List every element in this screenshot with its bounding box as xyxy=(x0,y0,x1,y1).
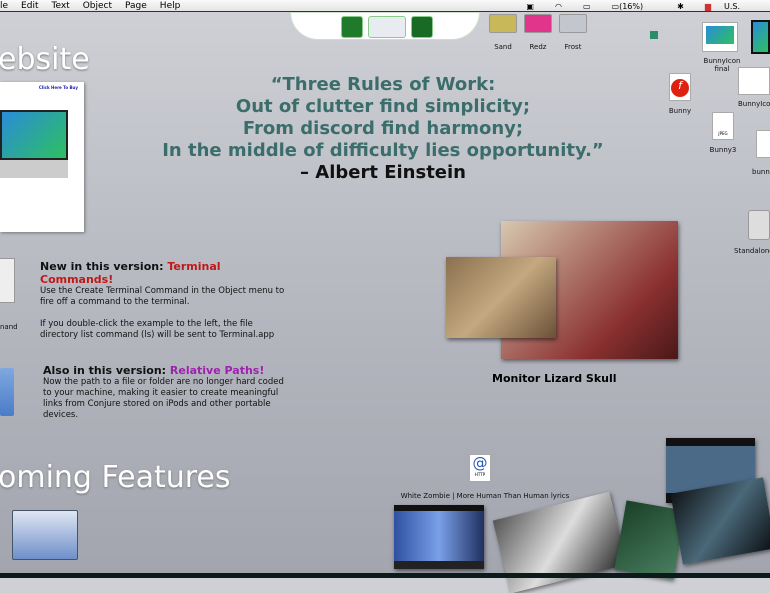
file-label: Bunny xyxy=(668,107,692,115)
menu-object[interactable]: Object xyxy=(83,1,112,11)
menu-page[interactable]: Page xyxy=(125,1,147,11)
paths-section: Also in this version: Relative Paths! No… xyxy=(43,364,293,421)
terminal-text: Use the Create Terminal Command in the O… xyxy=(40,286,285,307)
menu-file[interactable]: le xyxy=(0,1,8,11)
jpeg-file[interactable]: JPEG xyxy=(712,112,734,140)
bunny-screen-image xyxy=(0,110,68,160)
terminal-text: If you double-click the example to the l… xyxy=(40,319,275,340)
battery-icon[interactable]: ▭(16%) xyxy=(612,2,657,11)
finder-window-icon[interactable] xyxy=(12,510,78,560)
weblink-file[interactable]: @ HTTP xyxy=(469,454,491,482)
quote-line: From discord find harmony; xyxy=(242,118,524,139)
video-thumb-5[interactable] xyxy=(670,477,770,565)
quote-line: “Three Rules of Work: xyxy=(270,74,496,95)
menu-help[interactable]: Help xyxy=(160,1,181,11)
jpeg-badge: JPEG xyxy=(718,131,728,136)
swatch-redz[interactable] xyxy=(524,14,552,33)
status-area: ▣ ◠ ▭ ▭(16%) ✱ ▆ U.S. xyxy=(526,0,766,12)
photo-skull[interactable] xyxy=(446,257,556,338)
wifi-icon[interactable]: ◠ xyxy=(555,2,562,11)
buy-link[interactable]: Click Here To Buy xyxy=(39,85,78,90)
swatch-sand[interactable] xyxy=(489,14,517,33)
swatch-frost[interactable] xyxy=(559,14,587,33)
bunnyicon-final-file[interactable] xyxy=(702,22,738,52)
terminal-title: New in this version: xyxy=(40,260,168,273)
png-file[interactable] xyxy=(756,130,770,158)
quote-line: In the middle of difficulty lies opportu… xyxy=(162,140,604,161)
bunnyicon-file[interactable] xyxy=(738,67,770,95)
locale-label: U.S. xyxy=(723,1,740,11)
terminal-section: New in this version: Terminal Commands! … xyxy=(40,260,290,341)
paths-title: Also in this version: xyxy=(43,364,170,377)
bunny-screen-file[interactable] xyxy=(751,20,770,54)
quote-block: “Three Rules of Work: Out of clutter fin… xyxy=(150,74,616,184)
weblink-label: White Zombie | More Human Than Human lyr… xyxy=(400,492,570,500)
flash-icon: f xyxy=(671,79,689,97)
page-tray xyxy=(290,12,480,40)
terminal-command-icon[interactable] xyxy=(0,258,15,303)
website-heading: ebsite xyxy=(0,42,90,77)
paths-highlight: Relative Paths! xyxy=(169,364,265,377)
page-thumb-1[interactable] xyxy=(341,16,363,38)
file-label: Bunny3 xyxy=(709,146,737,154)
standalone-app[interactable] xyxy=(748,210,770,240)
paths-text: Now the path to a file or folder are no … xyxy=(43,377,284,420)
battery-level: (16%) xyxy=(619,1,644,11)
folder-icon[interactable] xyxy=(0,368,14,416)
menu-edit[interactable]: Edit xyxy=(21,1,38,11)
swatch-label: Redz xyxy=(529,43,547,51)
page-thumb-2[interactable] xyxy=(368,16,406,38)
video-thumb-1[interactable] xyxy=(394,505,484,569)
input-locale[interactable]: ▆ U.S. xyxy=(705,2,753,11)
display-icon[interactable]: ▣ xyxy=(526,2,534,11)
file-label: bunny xyxy=(752,168,770,176)
menu-bar: le Edit Text Object Page Help ▣ ◠ ▭ ▭(16… xyxy=(0,0,770,12)
dock-strip xyxy=(0,573,770,578)
flash-file[interactable]: f xyxy=(669,73,691,101)
website-preview[interactable]: Click Here To Buy xyxy=(0,82,84,232)
file-label: Standalone xyxy=(734,247,770,255)
quote-line: Out of clutter find simplicity; xyxy=(235,96,531,117)
coming-features-heading: oming Features xyxy=(0,460,231,495)
monitor-icon[interactable]: ▭ xyxy=(583,2,591,11)
at-icon: @ xyxy=(472,454,488,472)
terminal-icon-label: nand xyxy=(0,323,18,331)
swatch-label: Frost xyxy=(564,43,582,51)
monitor-base xyxy=(0,160,68,178)
http-badge: HTTP xyxy=(474,472,486,477)
swatch-label: Sand xyxy=(494,43,512,51)
bluetooth-icon[interactable]: ✱ xyxy=(677,2,684,11)
menu-text[interactable]: Text xyxy=(51,1,69,11)
small-image-file[interactable] xyxy=(650,31,658,39)
file-label: BunnyIcon xyxy=(738,100,770,108)
quote-author: – Albert Einstein xyxy=(300,162,466,183)
page-thumb-3[interactable] xyxy=(411,16,433,38)
photo-caption: Monitor Lizard Skull xyxy=(492,372,617,385)
